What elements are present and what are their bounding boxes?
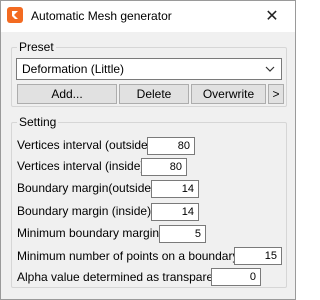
vertices-interval-inside-label: Vertices interval (inside) — [17, 159, 145, 173]
boundary-margin-inside-label: Boundary margin (inside) — [17, 204, 152, 218]
vertices-interval-outside-label: Vertices interval (outside) — [17, 138, 152, 152]
preset-select[interactable]: Deformation (Little) — [16, 58, 282, 80]
boundary-margin-outside-input[interactable]: 14 — [151, 180, 199, 198]
boundary-margin-inside-input[interactable]: 14 — [151, 203, 199, 221]
vertices-interval-inside-input[interactable]: 80 — [141, 158, 187, 176]
alpha-transparent-threshold-label: Alpha value determined as transparent — [17, 270, 224, 284]
mesh-generator-dialog: Automatic Mesh generator ✕ Preset Deform… — [0, 0, 296, 300]
boundary-margin-outside-label: Boundary margin(outside) — [17, 181, 156, 195]
minimum-boundary-margin-input[interactable]: 5 — [159, 225, 206, 243]
preset-group-label: Preset — [17, 40, 56, 54]
setting-group: Setting Vertices interval (outside) 80 V… — [11, 115, 287, 288]
preset-selected-value: Deformation (Little) — [22, 62, 125, 76]
vertices-interval-outside-input[interactable]: 80 — [147, 137, 195, 155]
alpha-transparent-threshold-input[interactable]: 0 — [211, 268, 261, 286]
delete-preset-button[interactable]: Delete — [119, 84, 189, 104]
chevron-down-icon — [265, 66, 275, 72]
add-preset-button[interactable]: Add... — [17, 84, 117, 104]
preset-group: Preset Deformation (Little) Add... Delet… — [11, 40, 287, 107]
window-title: Automatic Mesh generator — [31, 9, 172, 23]
title-bar[interactable]: Automatic Mesh generator ✕ — [1, 1, 295, 32]
minimum-boundary-margin-label: Minimum boundary margin — [17, 226, 160, 240]
app-logo-icon — [7, 7, 23, 23]
setting-group-label: Setting — [17, 115, 59, 129]
minimum-points-on-boundary-label: Minimum number of points on a boundary — [17, 249, 239, 263]
minimum-points-on-boundary-input[interactable]: 15 — [234, 247, 282, 265]
more-options-button[interactable]: > — [268, 84, 284, 104]
close-icon: ✕ — [265, 8, 279, 25]
overwrite-preset-button[interactable]: Overwrite — [191, 84, 266, 104]
close-button[interactable]: ✕ — [249, 1, 295, 31]
